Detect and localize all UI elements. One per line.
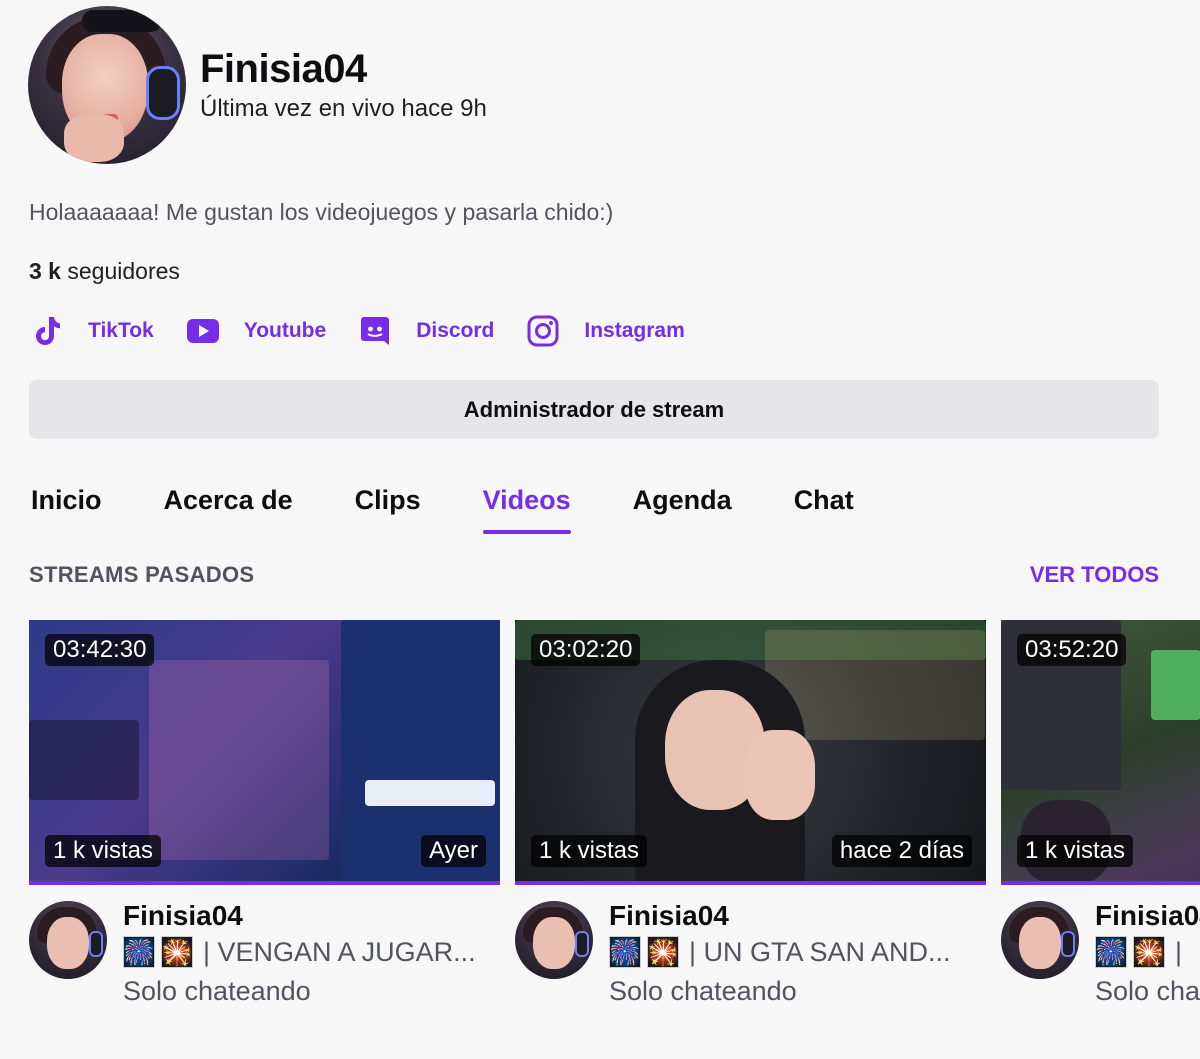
channel-bio: Holaaaaaaa! Me gustan los videojuegos y … — [29, 199, 614, 225]
duration-badge: 03:02:20 — [531, 634, 641, 666]
video-title-text: | — [1175, 936, 1183, 967]
video-title[interactable]: 🎆 🎇 | — [1094, 936, 1200, 969]
firework-emoji-icon: 🎆 — [1094, 936, 1128, 969]
firework-emoji-icon: 🎆 — [608, 936, 642, 969]
views-badge: 1 k vistas — [1017, 835, 1134, 867]
video-meta: Finisia04 🎆 🎇 | VENGAN A JUGAR... Solo c… — [29, 901, 500, 1007]
discord-icon — [358, 314, 392, 348]
youtube-icon — [186, 314, 220, 348]
video-channel-name[interactable]: Finisia04 — [123, 901, 476, 931]
channel-name: Finisia04 — [200, 47, 367, 91]
social-links: TikTok Youtube Discord Instagram — [30, 314, 717, 348]
sparkler-emoji-icon: 🎇 — [160, 936, 194, 969]
profile-header: Finisia04 Última vez en vivo hace 9h — [28, 6, 487, 164]
video-title-text: | VENGAN A JUGAR... — [203, 936, 476, 967]
video-meta: Finisia04 🎆 🎇 | Solo chateando — [1001, 901, 1200, 1007]
avatar[interactable] — [29, 901, 107, 979]
sparkler-emoji-icon: 🎇 — [1132, 936, 1166, 969]
followers-count: 3 k seguidores — [29, 258, 180, 285]
video-thumbnail[interactable]: 03:42:30 1 k vistas Ayer — [29, 620, 500, 885]
avatar[interactable] — [515, 901, 593, 979]
video-card: 03:52:20 1 k vistas Finisia04 🎆 🎇 | Solo… — [1001, 620, 1200, 1007]
video-title[interactable]: 🎆 🎇 | UN GTA SAN AND... — [608, 936, 951, 969]
tab-inicio[interactable]: Inicio — [31, 485, 102, 532]
social-label: Youtube — [243, 319, 327, 342]
video-category[interactable]: Solo chateando — [609, 976, 951, 1007]
social-link-discord[interactable]: Discord — [358, 314, 494, 348]
avatar[interactable] — [28, 6, 186, 164]
tab-chat[interactable]: Chat — [794, 485, 854, 532]
section-header: STREAMS PASADOS VER TODOS — [29, 562, 1159, 588]
duration-badge: 03:52:20 — [1017, 634, 1127, 666]
avatar[interactable] — [1001, 901, 1079, 979]
instagram-icon — [526, 314, 560, 348]
video-thumbnail[interactable]: 03:52:20 1 k vistas — [1001, 620, 1200, 885]
video-title[interactable]: 🎆 🎇 | VENGAN A JUGAR... — [122, 936, 476, 969]
header-text: Finisia04 Última vez en vivo hace 9h — [200, 47, 487, 123]
video-channel-name[interactable]: Finisia04 — [1095, 901, 1200, 931]
last-live-status: Última vez en vivo hace 9h — [200, 95, 487, 122]
video-meta-text: Finisia04 🎆 🎇 | Solo chateando — [1095, 901, 1200, 1007]
tab-agenda[interactable]: Agenda — [633, 485, 732, 532]
social-link-youtube[interactable]: Youtube — [186, 314, 326, 348]
section-title: STREAMS PASADOS — [29, 562, 255, 587]
video-meta-text: Finisia04 🎆 🎇 | UN GTA SAN AND... Solo c… — [609, 901, 951, 1007]
date-badge: hace 2 días — [831, 835, 972, 867]
duration-badge: 03:42:30 — [45, 634, 155, 666]
firework-emoji-icon: 🎆 — [122, 936, 156, 969]
tab-clips[interactable]: Clips — [355, 485, 421, 532]
tab-acerca-de[interactable]: Acerca de — [164, 485, 293, 532]
social-link-instagram[interactable]: Instagram — [526, 314, 685, 348]
channel-tabs: Inicio Acerca de Clips Videos Agenda Cha… — [31, 485, 916, 534]
video-channel-name[interactable]: Finisia04 — [609, 901, 951, 931]
video-list: 03:42:30 1 k vistas Ayer Finisia04 🎆 🎇 |… — [29, 620, 1200, 1059]
video-title-text: | UN GTA SAN AND... — [689, 936, 951, 967]
views-badge: 1 k vistas — [45, 835, 162, 867]
video-meta-text: Finisia04 🎆 🎇 | VENGAN A JUGAR... Solo c… — [123, 901, 476, 1007]
stream-manager-button[interactable]: Administrador de stream — [29, 380, 1159, 439]
tab-videos[interactable]: Videos — [482, 485, 571, 534]
video-category[interactable]: Solo chateando — [123, 976, 476, 1007]
sparkler-emoji-icon: 🎇 — [646, 936, 680, 969]
social-label: TikTok — [88, 319, 154, 342]
video-thumbnail[interactable]: 03:02:20 1 k vistas hace 2 días — [515, 620, 986, 885]
social-label: Discord — [416, 319, 495, 342]
followers-number: 3 k — [29, 258, 61, 284]
views-badge: 1 k vistas — [531, 835, 648, 867]
social-link-tiktok[interactable]: TikTok — [30, 314, 154, 348]
social-label: Instagram — [584, 319, 685, 342]
date-badge: Ayer — [421, 835, 486, 867]
video-category[interactable]: Solo chateando — [1095, 976, 1200, 1007]
video-card: 03:02:20 1 k vistas hace 2 días Finisia0… — [515, 620, 986, 1007]
video-card: 03:42:30 1 k vistas Ayer Finisia04 🎆 🎇 |… — [29, 620, 500, 1007]
see-all-link[interactable]: VER TODOS — [1030, 562, 1159, 588]
followers-label: seguidores — [67, 258, 180, 284]
video-meta: Finisia04 🎆 🎇 | UN GTA SAN AND... Solo c… — [515, 901, 986, 1007]
tiktok-icon — [30, 314, 64, 348]
